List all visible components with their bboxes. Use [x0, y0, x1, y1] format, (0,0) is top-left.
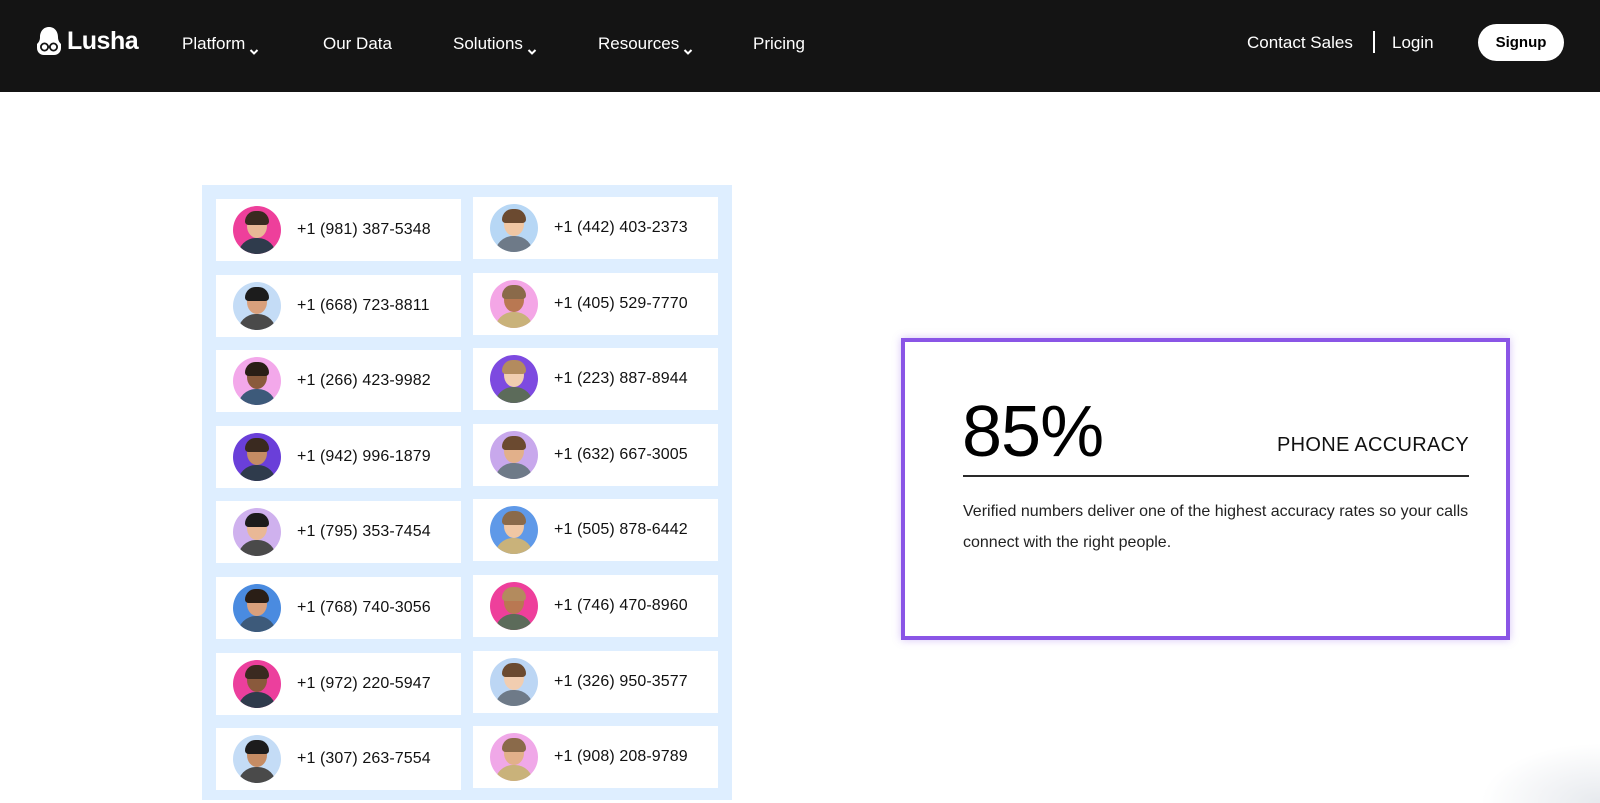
avatar: [490, 280, 538, 328]
contact-phone: +1 (326) 950-3577: [554, 673, 688, 690]
contact-card: +1 (668) 723-8811: [216, 275, 461, 337]
avatar: [233, 735, 281, 783]
contact-sales-link[interactable]: Contact Sales: [1247, 33, 1353, 53]
contact-phone: +1 (746) 470-8960: [554, 597, 688, 614]
contact-card: +1 (223) 887-8944: [473, 348, 718, 410]
top-nav: Lusha Platform Our Data Solutions Resour…: [0, 0, 1600, 92]
chevron-down-icon: [683, 41, 693, 55]
chevron-down-icon: [249, 41, 259, 55]
contact-card: +1 (266) 423-9982: [216, 350, 461, 412]
nav-platform-label: Platform: [182, 34, 246, 53]
avatar: [233, 206, 281, 254]
avatar: [490, 204, 538, 252]
contact-card: +1 (972) 220-5947: [216, 653, 461, 715]
contact-phone: +1 (972) 220-5947: [297, 675, 431, 692]
contact-card: +1 (442) 403-2373: [473, 197, 718, 259]
signup-button[interactable]: Signup: [1478, 24, 1564, 61]
avatar: [233, 357, 281, 405]
avatar: [490, 431, 538, 479]
nav-resources[interactable]: Resources: [598, 34, 693, 55]
contact-card: +1 (942) 996-1879: [216, 426, 461, 488]
avatar: [233, 282, 281, 330]
avatar: [233, 508, 281, 556]
stat-divider: [963, 475, 1469, 477]
corner-shadow: [1480, 743, 1600, 803]
avatar: [233, 660, 281, 708]
contact-card: +1 (505) 878-6442: [473, 499, 718, 561]
stat-label: PHONE ACCURACY: [1276, 434, 1469, 456]
nav-pricing-label: Pricing: [753, 34, 805, 53]
contact-card: +1 (307) 263-7554: [216, 728, 461, 790]
contact-card: +1 (746) 470-8960: [473, 575, 718, 637]
contact-phone: +1 (442) 403-2373: [554, 219, 688, 236]
nav-our-data-label: Our Data: [323, 34, 392, 53]
contact-phone: +1 (942) 996-1879: [297, 448, 431, 465]
contact-card: +1 (908) 208-9789: [473, 726, 718, 788]
avatar: [490, 582, 538, 630]
login-link[interactable]: Login: [1392, 33, 1434, 53]
contact-card: +1 (326) 950-3577: [473, 651, 718, 713]
contact-card: +1 (768) 740-3056: [216, 577, 461, 639]
avatar: [490, 733, 538, 781]
avatar: [490, 355, 538, 403]
contact-phone: +1 (266) 423-9982: [297, 372, 431, 389]
contact-phone: +1 (668) 723-8811: [297, 297, 430, 314]
nav-solutions[interactable]: Solutions: [453, 34, 537, 55]
avatar: [233, 433, 281, 481]
phone-accuracy-card: 85% PHONE ACCURACY Verified numbers deli…: [901, 338, 1510, 640]
contact-phone: +1 (307) 263-7554: [297, 750, 431, 767]
nav-resources-label: Resources: [598, 34, 680, 53]
logo-text: Lusha: [67, 26, 139, 55]
nav-divider: [1373, 31, 1375, 53]
contact-grid: +1 (981) 387-5348 +1 (442) 403-2373 +1 (66…: [202, 185, 732, 800]
contact-phone: +1 (795) 353-7454: [297, 523, 431, 540]
contact-card: +1 (795) 353-7454: [216, 501, 461, 563]
lusha-logo[interactable]: Lusha: [36, 25, 139, 57]
contact-phone: +1 (632) 667-3005: [554, 446, 688, 463]
nav-platform[interactable]: Platform: [182, 34, 259, 55]
contact-phone: +1 (223) 887-8944: [554, 370, 688, 387]
contact-phone: +1 (981) 387-5348: [297, 221, 431, 238]
stat-description: Verified numbers deliver one of the high…: [963, 503, 1469, 551]
contact-phone: +1 (405) 529-7770: [554, 295, 688, 312]
contact-card: +1 (981) 387-5348: [216, 199, 461, 261]
contact-card: +1 (632) 667-3005: [473, 424, 718, 486]
avatar: [490, 658, 538, 706]
lusha-logo-icon: [36, 26, 62, 56]
nav-solutions-label: Solutions: [453, 34, 523, 53]
contact-phone: +1 (908) 208-9789: [554, 748, 688, 765]
contact-phone: +1 (768) 740-3056: [297, 599, 431, 616]
nav-pricing[interactable]: Pricing: [753, 34, 805, 54]
avatar: [233, 584, 281, 632]
nav-our-data[interactable]: Our Data: [323, 34, 392, 54]
contact-phone: +1 (505) 878-6442: [554, 521, 688, 538]
avatar: [490, 506, 538, 554]
chevron-down-icon: [527, 41, 537, 55]
stat-value: 85%: [962, 392, 1104, 472]
contact-card: +1 (405) 529-7770: [473, 273, 718, 335]
